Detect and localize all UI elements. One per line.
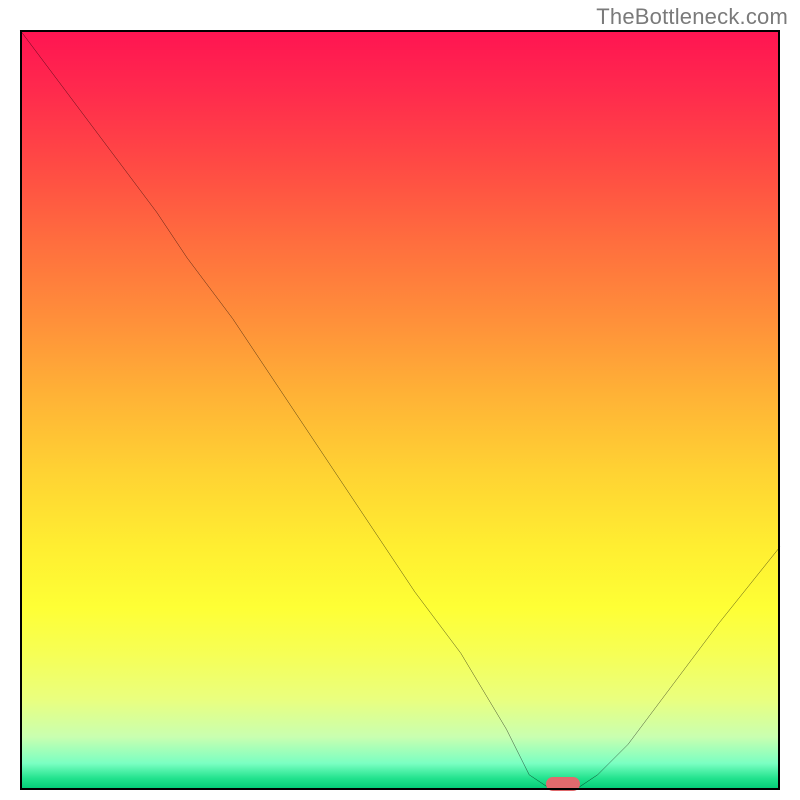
- optimal-point-marker: [546, 777, 580, 791]
- watermark-text: TheBottleneck.com: [596, 4, 788, 30]
- chart-container: TheBottleneck.com: [0, 0, 800, 800]
- bottleneck-curve: [20, 30, 780, 790]
- curve-svg: [20, 30, 780, 790]
- plot-frame: [20, 30, 780, 790]
